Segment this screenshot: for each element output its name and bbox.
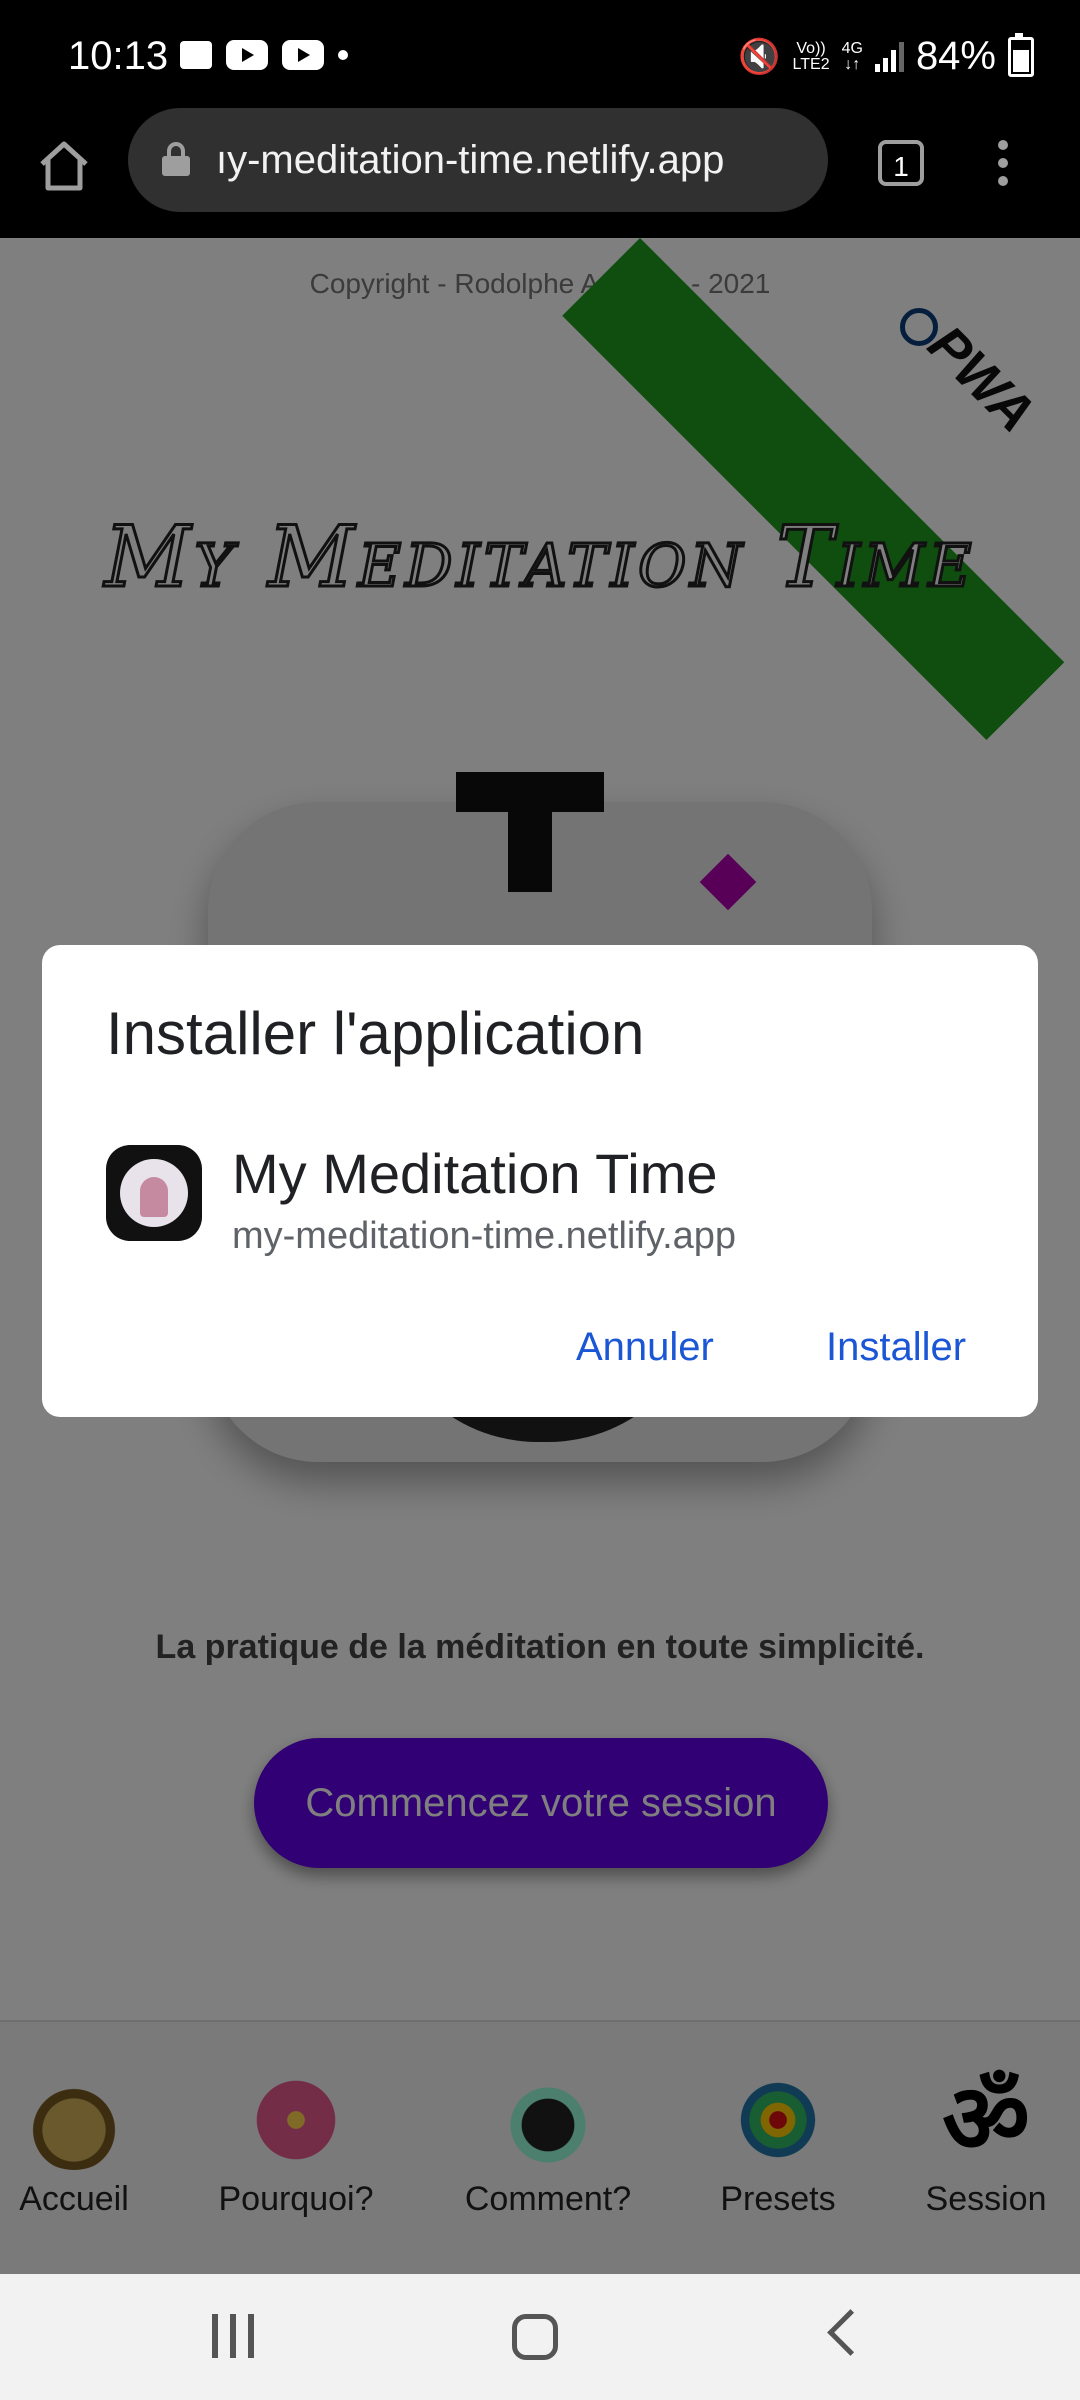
back-icon[interactable] bbox=[827, 2309, 874, 2356]
battery-percent: 84% bbox=[915, 34, 996, 78]
youtube-icon bbox=[226, 40, 268, 70]
app-icon bbox=[106, 1145, 202, 1241]
mute-icon: 🔇 bbox=[738, 37, 781, 76]
status-bar: 10:13 🔇 Vo)) LTE2 4G ↓↑ 84% bbox=[0, 0, 1080, 118]
home-button-icon[interactable] bbox=[512, 2314, 558, 2360]
volte-indicator: Vo)) LTE2 bbox=[792, 39, 830, 73]
status-time: 10:13 bbox=[68, 34, 169, 78]
more-notifications-icon bbox=[338, 50, 348, 60]
data-indicator: 4G ↓↑ bbox=[841, 39, 863, 73]
url-text: ıy-meditation-time.netlify.app bbox=[216, 138, 725, 182]
signal-icon bbox=[874, 41, 904, 72]
tab-switcher-button[interactable]: 1 bbox=[878, 140, 924, 186]
recent-apps-icon[interactable] bbox=[212, 2314, 254, 2358]
app-name: My Meditation Time bbox=[232, 1142, 718, 1205]
install-dialog: Installer l'application My Meditation Ti… bbox=[42, 945, 1038, 1417]
system-nav-bar bbox=[0, 2274, 1080, 2400]
battery-icon bbox=[1008, 32, 1034, 77]
home-icon[interactable] bbox=[34, 136, 94, 196]
notification-icons bbox=[180, 40, 348, 70]
more-options-icon[interactable] bbox=[998, 140, 1010, 194]
dialog-title: Installer l'application bbox=[106, 1000, 645, 1067]
lock-icon bbox=[162, 142, 190, 176]
address-bar[interactable]: ıy-meditation-time.netlify.app bbox=[128, 108, 828, 212]
cancel-button[interactable]: Annuler bbox=[576, 1325, 714, 1370]
install-button[interactable]: Installer bbox=[826, 1325, 966, 1370]
youtube-icon bbox=[282, 40, 324, 70]
status-right: 🔇 Vo)) LTE2 4G ↓↑ 84% bbox=[738, 32, 1034, 79]
gallery-icon bbox=[180, 41, 212, 69]
app-url: my-meditation-time.netlify.app bbox=[232, 1215, 737, 1257]
